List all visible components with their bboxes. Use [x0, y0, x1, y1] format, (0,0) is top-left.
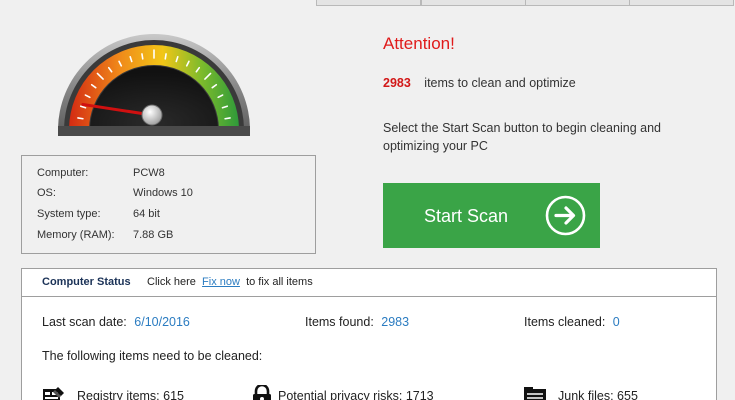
- items-count: 2983: [383, 76, 411, 90]
- gauge-hub: [141, 104, 163, 126]
- registry-icon: [43, 387, 64, 400]
- fix-suffix-text: to fix all items: [246, 276, 313, 288]
- tab-strip: [316, 0, 735, 6]
- privacy-risks-text: Potential privacy risks: 1713: [278, 389, 434, 400]
- items-cleaned-label: Items cleaned:: [524, 315, 606, 329]
- computer-status-header: Computer Status Click here Fix now to fi…: [22, 269, 716, 297]
- tab-1[interactable]: [316, 0, 421, 6]
- memory-label: Memory (RAM):: [37, 229, 115, 241]
- fix-prompt: Click here Fix now to fix all items: [147, 276, 313, 288]
- items-cleaned-value: 0: [612, 315, 620, 329]
- start-scan-label: Start Scan: [424, 206, 509, 226]
- computer-value: PCW8: [133, 167, 165, 179]
- computer-status-panel: Computer Status Click here Fix now to fi…: [21, 268, 717, 400]
- click-here-text: Click here: [147, 276, 196, 288]
- start-scan-button[interactable]: Start Scan: [383, 183, 600, 248]
- system-info-panel: Computer: PCW8 OS: Windows 10 System typ…: [21, 155, 316, 254]
- items-cleaned-stat: Items cleaned: 0: [524, 315, 620, 329]
- cleaner-main-window: Computer: PCW8 OS: Windows 10 System typ…: [0, 0, 735, 400]
- gauge-tick: [77, 117, 84, 120]
- health-gauge: [58, 34, 250, 136]
- tab-2[interactable]: [421, 0, 526, 6]
- computer-label: Computer:: [37, 167, 89, 179]
- last-scan-stat: Last scan date: 6/10/2016: [42, 315, 190, 329]
- items-found-stat: Items found: 2983: [305, 315, 409, 329]
- junk-files-icon: [524, 387, 546, 400]
- need-clean-text: The following items need to be cleaned:: [42, 349, 263, 363]
- os-label: OS:: [37, 187, 56, 199]
- attention-heading: Attention!: [383, 34, 455, 53]
- tab-4[interactable]: [629, 0, 734, 6]
- system-type-value: 64 bit: [133, 208, 160, 220]
- gauge-tick: [224, 117, 231, 120]
- os-value: Windows 10: [133, 187, 193, 199]
- last-scan-value: 6/10/2016: [134, 315, 190, 329]
- gauge-tick: [164, 53, 167, 60]
- computer-status-title: Computer Status: [42, 276, 131, 288]
- junk-files-text: Junk files: 655: [558, 389, 638, 400]
- fix-now-link[interactable]: Fix now: [202, 276, 240, 288]
- lock-icon: [253, 385, 271, 400]
- registry-items-text: Registry items: 615: [77, 389, 184, 400]
- memory-value: 7.88 GB: [133, 229, 174, 241]
- items-text: items to clean and optimize: [424, 76, 576, 90]
- system-type-label: System type:: [37, 208, 101, 220]
- gauge-tick: [141, 53, 144, 60]
- tab-3[interactable]: [525, 0, 630, 6]
- scan-instructions: Select the Start Scan button to begin cl…: [383, 121, 661, 153]
- items-found-value: 2983: [381, 315, 410, 329]
- items-summary: 2983 items to clean and optimize: [383, 76, 576, 90]
- items-found-label: Items found:: [305, 315, 374, 329]
- arrow-right-circle-icon: [545, 195, 586, 236]
- last-scan-label: Last scan date:: [42, 315, 127, 329]
